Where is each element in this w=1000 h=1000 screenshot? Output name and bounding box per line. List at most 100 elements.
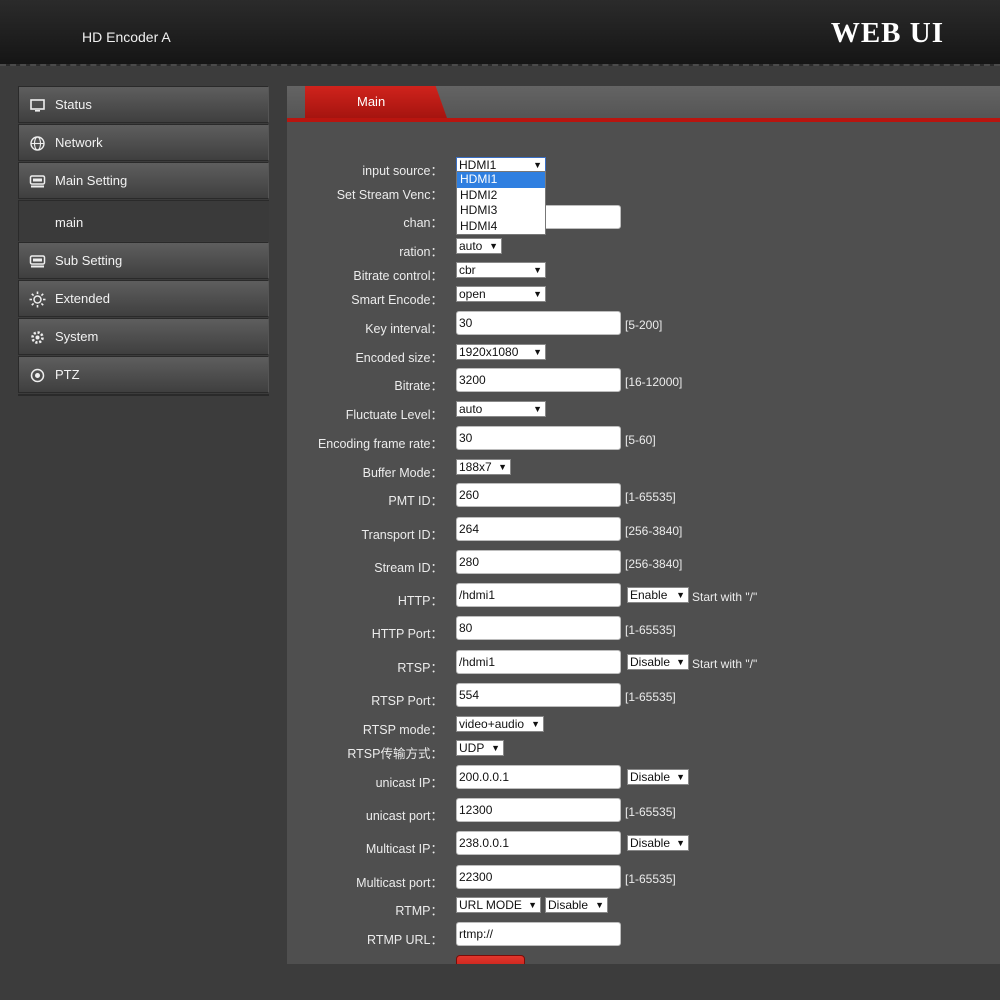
rtmp-mode-select[interactable]: URL MODE ▼ — [456, 897, 541, 913]
stream-id-label: Stream ID： — [374, 561, 443, 575]
stream-id-input[interactable] — [456, 550, 621, 574]
sidebar-item-system[interactable]: System — [18, 318, 269, 355]
multicast-port-input[interactable] — [456, 865, 621, 889]
row-smart-encode: Smart Encode： open ▼ — [287, 286, 1000, 308]
http-label: HTTP： — [397, 594, 443, 608]
chevron-down-icon: ▼ — [491, 743, 500, 753]
fluctuate-level-select[interactable]: auto ▼ — [456, 401, 546, 417]
bitrate-control-label: Bitrate control： — [353, 269, 443, 283]
dropdown-option-hdmi1[interactable]: HDMI1 — [457, 172, 545, 188]
input-source-dropdown: HDMI1 HDMI2 HDMI3 HDMI4 — [456, 171, 546, 235]
row-rtmp-url: RTMP URL： — [287, 922, 1000, 948]
sidebar-item-label: Status — [55, 97, 92, 112]
rtsp-path-input[interactable] — [456, 650, 621, 674]
select-value: Disable — [548, 898, 589, 912]
row-rtsp-transport: RTSP传输方式： UDP ▼ — [287, 740, 1000, 762]
http-path-input[interactable] — [456, 583, 621, 607]
encoded-size-select[interactable]: 1920x1080 ▼ — [456, 344, 546, 360]
ration-select[interactable]: auto ▼ — [456, 238, 502, 254]
encoded-size-label: Encoded size： — [355, 351, 443, 365]
row-input-source: input source： HDMI1 ▼ — [287, 157, 1000, 179]
http-port-label: HTTP Port： — [371, 627, 443, 641]
frame-rate-input[interactable] — [456, 426, 621, 450]
sidebar-item-label: PTZ — [55, 367, 80, 382]
tab-main[interactable]: Main — [305, 86, 447, 118]
chevron-down-icon: ▼ — [533, 347, 542, 357]
row-rtsp-mode: RTSP mode： video+audio ▼ — [287, 716, 1000, 738]
row-pmt-id: PMT ID： [1-65535] — [287, 483, 1000, 509]
bottom-background — [287, 964, 1000, 1000]
buffer-mode-label: Buffer Mode： — [362, 466, 443, 480]
sidebar-item-main-setting[interactable]: Main Setting — [18, 162, 269, 199]
gear-icon — [31, 331, 44, 344]
select-value: 188x7 — [459, 460, 492, 474]
rtsp-mode-select[interactable]: video+audio ▼ — [456, 716, 544, 732]
row-multicast-port: Multicast port： [1-65535] — [287, 865, 1000, 891]
sidebar-item-sub-setting[interactable]: Sub Setting — [18, 242, 269, 279]
unicast-ip-label: unicast IP： — [375, 776, 443, 790]
key-interval-input[interactable] — [456, 311, 621, 335]
row-http: HTTP： Enable ▼ Start with "/" — [287, 583, 1000, 609]
chevron-down-icon: ▼ — [498, 462, 507, 472]
sidebar-item-extended[interactable]: Extended — [18, 280, 269, 317]
chevron-down-icon: ▼ — [531, 719, 540, 729]
rtsp-mode-label: RTSP mode： — [362, 723, 443, 737]
device-title: HD Encoder A — [82, 29, 171, 45]
rtmp-url-input[interactable] — [456, 922, 621, 946]
rtsp-transport-select[interactable]: UDP ▼ — [456, 740, 504, 756]
bitrate-control-select[interactable]: cbr ▼ — [456, 262, 546, 278]
bitrate-input[interactable] — [456, 368, 621, 392]
buffer-mode-select[interactable]: 188x7 ▼ — [456, 459, 511, 475]
target-icon — [30, 368, 45, 383]
select-value: Enable — [630, 588, 668, 602]
sidebar-item-status[interactable]: Status — [18, 86, 269, 123]
unicast-port-input[interactable] — [456, 798, 621, 822]
chevron-down-icon: ▼ — [533, 289, 542, 299]
tab-label: Main — [357, 94, 386, 109]
encoder-icon — [29, 175, 46, 188]
multicast-enable-select[interactable]: Disable ▼ — [627, 835, 689, 851]
row-rtmp: RTMP： URL MODE ▼ Disable ▼ — [287, 897, 1000, 919]
smart-encode-select[interactable]: open ▼ — [456, 286, 546, 302]
transport-id-input[interactable] — [456, 517, 621, 541]
http-port-input[interactable] — [456, 616, 621, 640]
rtsp-port-range: [1-65535] — [625, 690, 676, 704]
sidebar-item-label: main — [55, 215, 84, 230]
http-port-range: [1-65535] — [625, 623, 676, 637]
select-value: cbr — [459, 263, 476, 277]
select-value: Disable — [630, 770, 671, 784]
globe-icon — [30, 136, 45, 151]
sidebar-item-network[interactable]: Network — [18, 124, 269, 161]
encoder-icon — [29, 255, 46, 268]
rtsp-enable-select[interactable]: Disable ▼ — [627, 654, 689, 670]
chevron-down-icon: ▼ — [676, 772, 685, 782]
monitor-icon — [30, 99, 45, 112]
select-value: HDMI1 — [459, 158, 497, 172]
unicast-ip-input[interactable] — [456, 765, 621, 789]
stream-id-range: [256-3840] — [625, 557, 683, 571]
pmt-id-input[interactable] — [456, 483, 621, 507]
dropdown-option-hdmi3[interactable]: HDMI3 — [457, 203, 545, 219]
multicast-port-label: Multicast port： — [356, 876, 443, 890]
bitrate-label: Bitrate： — [394, 379, 443, 393]
row-rtsp-port: RTSP Port： [1-65535] — [287, 683, 1000, 709]
http-enable-select[interactable]: Enable ▼ — [627, 587, 689, 603]
multicast-ip-input[interactable] — [456, 831, 621, 855]
chevron-down-icon: ▼ — [676, 590, 685, 600]
chevron-down-icon: ▼ — [489, 241, 498, 251]
sidebar-item-ptz[interactable]: PTZ — [18, 356, 269, 393]
sun-gear-icon — [29, 291, 46, 308]
unicast-enable-select[interactable]: Disable ▼ — [627, 769, 689, 785]
dropdown-option-hdmi2[interactable]: HDMI2 — [457, 188, 545, 204]
row-unicast-ip: unicast IP： Disable ▼ — [287, 765, 1000, 791]
select-value: UDP — [459, 741, 485, 755]
select-value: URL MODE — [459, 898, 522, 912]
dropdown-option-hdmi4[interactable]: HDMI4 — [457, 219, 545, 235]
sidebar-divider — [18, 394, 269, 396]
row-stream-id: Stream ID： [256-3840] — [287, 550, 1000, 576]
smart-encode-label: Smart Encode： — [351, 293, 443, 307]
rtsp-port-input[interactable] — [456, 683, 621, 707]
rtmp-label: RTMP： — [395, 904, 443, 918]
rtmp-enable-select[interactable]: Disable ▼ — [545, 897, 608, 913]
sidebar-subitem-main[interactable]: main — [18, 200, 269, 241]
